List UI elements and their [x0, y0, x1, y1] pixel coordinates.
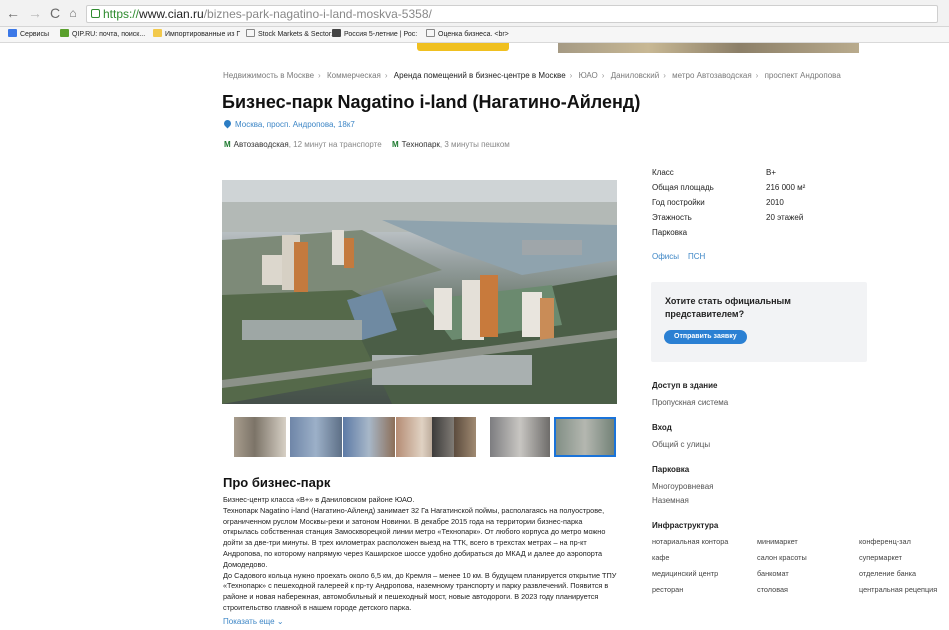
property-tags: Офисы ПСН — [652, 252, 714, 261]
parking-value: Наземная — [652, 496, 689, 505]
infra-item: конференц-зал — [859, 537, 911, 546]
metro-info: M Автозаводская, 12 минут на транспорте M… — [224, 140, 518, 149]
infra-item: центральная рецепция — [859, 585, 938, 594]
infra-item: салон красоты — [757, 553, 807, 562]
thumbnail[interactable] — [454, 417, 476, 457]
site-icon — [332, 29, 341, 37]
breadcrumb-item[interactable]: Аренда помещений в бизнес-центре в Москв… — [394, 71, 566, 80]
thumbnail[interactable] — [432, 417, 454, 457]
reload-icon[interactable]: C — [48, 5, 62, 21]
tag-offices[interactable]: Офисы — [652, 252, 679, 261]
infra-item: кафе — [652, 553, 670, 562]
chevron-down-icon: ⌄ — [276, 617, 284, 626]
entrance-value: Общий с улицы — [652, 440, 711, 449]
breadcrumb-item[interactable]: Недвижимость в Москве — [223, 71, 314, 80]
infra-item: столовая — [757, 585, 789, 594]
bookmark-russia[interactable]: Россия 5-летние | Рос: — [332, 27, 417, 42]
parking-value: Многоуровневая — [652, 482, 714, 491]
header-strip — [0, 43, 949, 53]
thumbnail-active[interactable] — [554, 417, 616, 457]
aerial-view-illustration — [222, 180, 617, 404]
url-input[interactable]: https://www.cian.ru/biznes-park-nagatino… — [86, 5, 938, 23]
back-arrow-icon[interactable]: ← — [6, 5, 20, 21]
page-icon — [426, 29, 435, 37]
specs-table: Класс B+ Общая площадь 216 000 м² Год пост… — [652, 168, 852, 243]
folder-icon — [153, 29, 162, 37]
bookmark-imported[interactable]: Импортированные из Г — [153, 27, 240, 42]
breadcrumb-item[interactable]: Коммерческая — [327, 71, 381, 80]
about-paragraph: До Садового кольца нужно проехать около … — [223, 570, 617, 612]
send-request-button[interactable]: Отправить заявку — [664, 330, 747, 344]
thumbnail[interactable] — [234, 417, 286, 457]
url-scheme: https:// — [103, 7, 140, 21]
url-path: /biznes-park-nagatino-i-land-moskva-5358… — [203, 7, 432, 21]
access-block: Доступ в здание Пропускная система — [652, 381, 728, 410]
tag-psn[interactable]: ПСН — [688, 252, 705, 261]
infra-item: ресторан — [652, 585, 684, 594]
photo-thumbnails — [222, 417, 617, 457]
thumbnail[interactable] — [490, 417, 550, 457]
infra-title: Инфраструктура — [652, 521, 719, 530]
url-host: www.cian.ru — [139, 7, 204, 21]
bookmark-services[interactable]: Сервисы — [8, 27, 49, 42]
infra-item: нотариальная контора — [652, 537, 729, 546]
about-paragraph: Технопарк Nagatino i-land (Нагатино-Айле… — [223, 505, 606, 569]
qip-icon — [60, 29, 69, 37]
apps-grid-icon — [8, 29, 17, 37]
metro-icon: M — [224, 140, 231, 149]
spec-row: Класс B+ — [652, 168, 777, 177]
header-banner-image — [558, 43, 859, 53]
metro-icon: M — [391, 140, 399, 149]
about-title: Про бизнес-парк — [223, 475, 331, 490]
breadcrumb-item[interactable]: ЮАО — [579, 71, 598, 80]
access-title: Доступ в здание — [652, 381, 718, 390]
address-text: Москва, просп. Андропова, 18к7 — [235, 120, 355, 129]
main-photo[interactable] — [222, 180, 617, 404]
bookmark-stock-markets[interactable]: Stock Markets & Sector: — [246, 27, 333, 42]
infra-item: отделение банка — [859, 569, 917, 578]
breadcrumb-item[interactable]: Даниловский — [611, 71, 660, 80]
lock-icon — [91, 9, 100, 18]
header-button[interactable] — [417, 43, 509, 51]
metro-item: M Технопарк, 3 минуты пешком — [391, 140, 510, 149]
metro-item: M Автозаводская, 12 минут на транспорте — [224, 140, 382, 149]
entrance-title: Вход — [652, 423, 672, 432]
about-paragraph: Бизнес-центр класса «B+» в Даниловском р… — [223, 495, 415, 504]
about-text: Бизнес-центр класса «B+» в Даниловском р… — [223, 495, 618, 618]
thumbnail[interactable] — [290, 417, 342, 457]
browser-address-bar: ← → C ⌂ https://www.cian.ru/biznes-park-… — [0, 0, 949, 27]
breadcrumb-item[interactable]: проспект Андропова — [765, 71, 841, 80]
bookmark-valuation[interactable]: Оценка бизнеса. <br> — [426, 27, 509, 42]
infra-item: супермаркет — [859, 553, 902, 562]
parking-block: Парковка Многоуровневая Наземная — [652, 465, 714, 508]
parking-title: Парковка — [652, 465, 690, 474]
map-pin-icon — [222, 118, 233, 129]
breadcrumb: Недвижимость в Москве › Коммерческая › Аре… — [223, 71, 841, 80]
show-more-link[interactable]: Показать еще ⌄ — [223, 617, 284, 626]
address-link[interactable]: Москва, просп. Андропова, 18к7 — [222, 118, 355, 129]
forward-arrow-icon[interactable]: → — [28, 5, 42, 21]
bookmark-qip[interactable]: QIP.RU: почта, поиск... — [60, 27, 145, 42]
spec-row: Парковка — [652, 228, 688, 237]
infra-item: медицинский центр — [652, 569, 719, 578]
thumbnail[interactable] — [343, 417, 395, 457]
access-value: Пропускная система — [652, 398, 729, 407]
page-icon — [246, 29, 255, 37]
infra-item: минимаркет — [757, 537, 798, 546]
page-title: Бизнес-парк Nagatino i-land (Нагатино-Ай… — [222, 92, 641, 112]
spec-row: Этажность 20 этажей — [652, 213, 804, 222]
spec-row: Год постройки 2010 — [652, 198, 784, 207]
home-icon[interactable]: ⌂ — [66, 5, 80, 21]
representative-cta: Хотите стать официальным представителем?… — [651, 282, 867, 362]
bookmarks-bar: Сервисы QIP.RU: почта, поиск... Импортир… — [0, 27, 949, 43]
entrance-block: Вход Общий с улицы — [652, 423, 710, 452]
breadcrumb-item[interactable]: метро Автозаводская — [672, 71, 752, 80]
infra-item: банкомат — [757, 569, 789, 578]
cta-text: Хотите стать официальным представителем? — [665, 296, 791, 319]
spec-row: Общая площадь 216 000 м² — [652, 183, 806, 192]
